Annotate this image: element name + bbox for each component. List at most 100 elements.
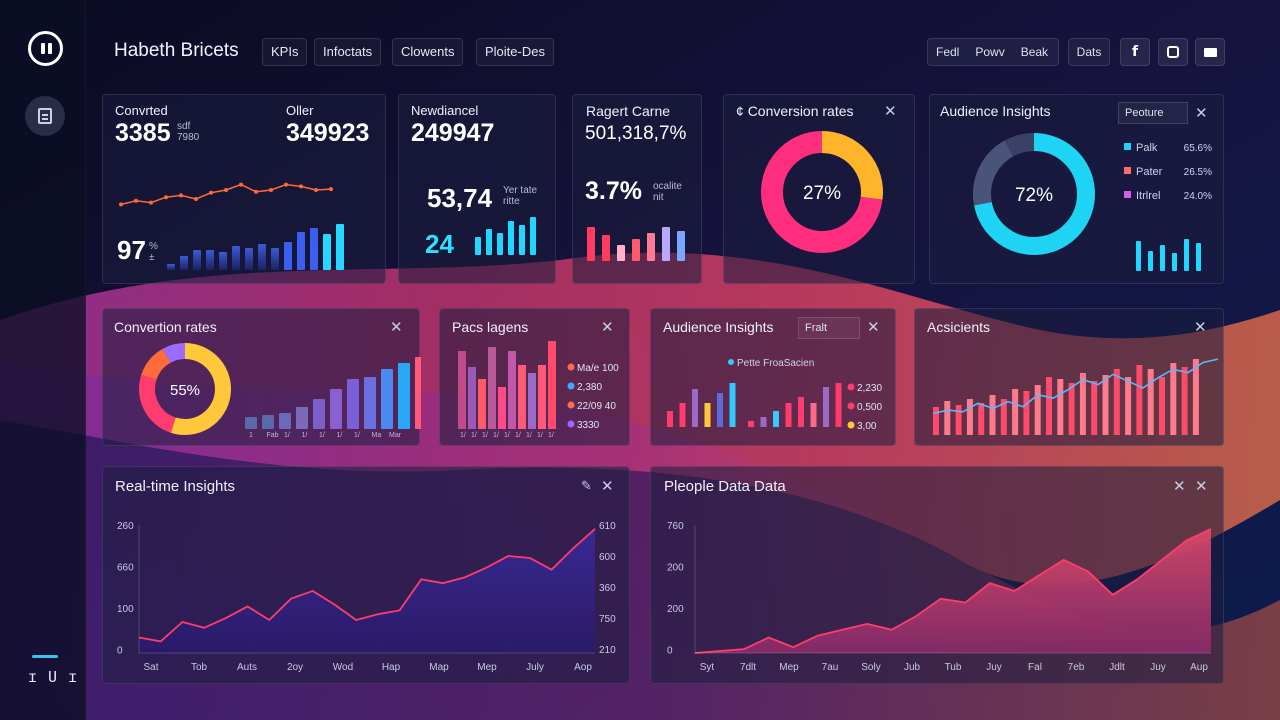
kpi1-line-point — [314, 188, 318, 192]
conv-mid-tick: Fab — [267, 432, 279, 439]
app-title: Habeth Bricets — [114, 40, 239, 61]
kpi1-mini-chart — [119, 182, 344, 270]
kpi-card-newaudience: Newdiancel 249947 53,74 Yer tate ritte 2… — [398, 94, 556, 284]
acs-bar — [978, 403, 985, 435]
acs-bar — [1192, 359, 1199, 435]
acs-bar — [944, 401, 951, 435]
mail-icon[interactable] — [1195, 38, 1225, 66]
pages-legend-text: 3330 — [577, 420, 600, 431]
aud-top-legend-value: 65.6% — [1184, 143, 1212, 154]
kpi1-line-point — [284, 182, 288, 187]
aud-mid-bar — [692, 389, 698, 427]
conv-mid-bar — [313, 399, 325, 429]
header-filter-group: Fedl Powv Beak — [927, 38, 1059, 66]
ppl-y-tick: 760 — [667, 521, 684, 532]
kpi1-bar — [219, 252, 227, 270]
tab-infoctats[interactable]: Infoctats — [314, 38, 382, 66]
kpi1-line-point — [299, 184, 303, 189]
pause-logo-icon[interactable] — [28, 31, 63, 66]
aud-mid-legend-text: 0,500 — [857, 402, 882, 413]
conv-mid-bar — [262, 415, 274, 429]
kpi1-bar — [336, 224, 344, 270]
kpi2-bar — [530, 217, 536, 255]
kpi1-bar — [245, 248, 253, 270]
acs-bar — [1159, 377, 1165, 435]
acs-bar — [1057, 379, 1064, 435]
ppl-x-tick: Tub — [945, 662, 962, 673]
pages-bar — [518, 365, 526, 429]
kpi1-line-point — [239, 182, 243, 187]
aud-mid-bar — [810, 403, 817, 427]
convertion-chart: 55% 1 Fab 1/1/1/1/1/Ma Mar — [139, 343, 421, 439]
kpi1-line-point — [269, 188, 273, 192]
ppl-x-tick: Jub — [904, 662, 921, 673]
acs-bar — [1034, 385, 1041, 435]
sidebar-indicator — [32, 655, 58, 658]
rt-y-right-tick: 600 — [599, 552, 616, 563]
aud-top-bar — [1172, 253, 1177, 271]
data-button-label: Dats — [1076, 45, 1102, 59]
rt-area — [139, 528, 595, 653]
ppl-x-tick: Syt — [700, 662, 715, 673]
ppl-x-tick: Juy — [986, 662, 1002, 673]
aud-mid-bar — [717, 393, 723, 427]
ppl-y-tick: 0 — [667, 646, 673, 657]
aud-top-legend-name: Palk — [1136, 142, 1158, 154]
tab-kpis[interactable]: KPIs — [262, 38, 308, 66]
pages-tick: 1/ — [460, 432, 466, 439]
pages-legend-text: 2,380 — [577, 382, 602, 393]
kpi-card-ragert: Ragert Carne 501,318,7% 3.7% ocalite nit — [572, 94, 702, 284]
tab-clowents[interactable]: Clowents — [392, 38, 464, 66]
filter-powv[interactable]: Powv — [967, 45, 1012, 59]
people-area-chart: Syt 7dlt Mep 7au Soly Jub Tub Juy Fal 7eb Jdlt Juy A… — [667, 521, 1212, 673]
sidebar-footer-text: ɪ U ɪ — [28, 668, 79, 686]
kpi1-bar — [232, 246, 240, 270]
aud-top-legend-value: 26.5% — [1184, 167, 1212, 178]
pages-tick: 1/ — [482, 432, 488, 439]
conversion-donut: 27% — [761, 131, 883, 253]
kpi1-line-point — [164, 195, 168, 200]
instagram-icon[interactable] — [1158, 38, 1188, 66]
acs-bar — [1113, 369, 1120, 435]
rt-x-tick: Sat — [143, 662, 158, 673]
kpi3-bar — [587, 227, 595, 261]
tab-ploite-des[interactable]: Ploite-Des — [476, 38, 554, 66]
pages-tick: 1/ — [548, 432, 554, 439]
kpi2-bar — [508, 221, 514, 255]
kpi1-bar — [297, 232, 305, 270]
clipboard-icon — [38, 108, 52, 124]
conv-mid-bar — [296, 407, 308, 429]
realtime-insights-card: Real-time Insights ✎ ✕ Sat Tob Auts 2oy Wod H… — [102, 466, 630, 684]
aud-top-bar — [1184, 239, 1189, 271]
acs-bar — [989, 395, 996, 435]
rt-x-tick: Hap — [382, 662, 401, 673]
aud-top-value: 72% — [1015, 185, 1053, 206]
rt-x-tick: Wod — [333, 662, 353, 673]
audience-donut: 72% Palk 65.6% Pater 26.5% Itrlrel 24.0% — [973, 133, 1212, 271]
aud-top-slice — [973, 140, 1014, 206]
kpi3-bar — [662, 227, 670, 261]
filter-beak[interactable]: Beak — [1013, 45, 1056, 59]
kpi1-line-point — [149, 200, 153, 205]
acs-bar — [933, 407, 939, 435]
filter-fedl[interactable]: Fedl — [928, 45, 967, 59]
pages-tick: 1/ — [526, 432, 532, 439]
kpi1-line-point — [254, 189, 258, 194]
audience-insights-mid-card: Audience Insights Fralt ✕ Pette FroaSaci… — [650, 308, 896, 446]
clipboard-nav-button[interactable] — [25, 96, 65, 136]
ppl-x-tick: Mep — [779, 662, 799, 673]
aud-mid-bar — [798, 397, 804, 427]
aud-top-legend-swatch — [1124, 143, 1131, 150]
kpi1-line-point — [329, 187, 333, 192]
facebook-icon[interactable]: f — [1120, 38, 1150, 66]
conv-mid-tick: 1/ — [319, 432, 325, 439]
sidebar: ɪ U ɪ — [0, 0, 86, 720]
pages-bar — [478, 379, 486, 429]
conv-mid-bar — [347, 379, 359, 429]
pages-bar — [498, 387, 506, 429]
conv-mid-tick: Ma — [372, 432, 382, 439]
data-button[interactable]: Dats — [1068, 38, 1110, 66]
acs-bar — [1012, 389, 1019, 435]
aud-mid-bar — [704, 403, 711, 427]
acs-bar — [1091, 381, 1098, 435]
